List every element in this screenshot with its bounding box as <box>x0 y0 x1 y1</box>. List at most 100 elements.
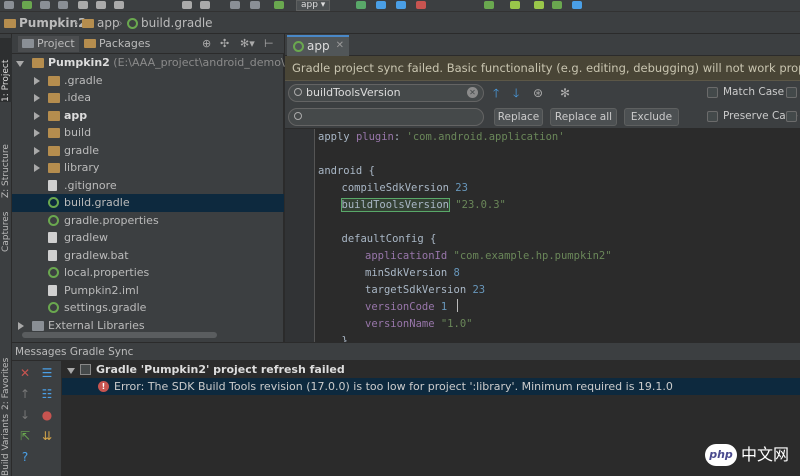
error-icon: ! <box>98 381 109 392</box>
replace-icon[interactable] <box>200 1 210 9</box>
tree-item[interactable]: gradlew <box>12 229 284 247</box>
tool-tab-structure[interactable]: Z: Structure <box>0 114 12 198</box>
editor-tab-app[interactable]: app ✕ <box>287 35 349 56</box>
tool-tab-captures[interactable]: Captures <box>0 194 12 252</box>
close-icon[interactable]: ✕ <box>336 37 344 55</box>
gradle-file-icon <box>127 18 138 29</box>
exclude-button[interactable]: Exclude <box>624 108 679 126</box>
code-line: android { <box>318 163 375 180</box>
help-icon[interactable] <box>572 1 582 9</box>
sdk-manager-icon[interactable] <box>534 1 544 9</box>
tree-item[interactable]: library <box>12 159 284 177</box>
run-configuration-select[interactable]: app ▾ <box>296 0 331 11</box>
breadcrumb-file[interactable]: build.gradle <box>127 15 213 31</box>
previous-occurrence-icon[interactable]: 🡑 <box>493 87 499 99</box>
find-all-icon[interactable]: ⊛ <box>533 87 543 99</box>
run-icon[interactable] <box>356 1 366 9</box>
show-errors-icon[interactable]: ● <box>40 409 54 421</box>
export-icon[interactable]: ⇱ <box>18 430 32 442</box>
chevron-right-icon[interactable] <box>34 164 40 172</box>
chevron-right-icon[interactable] <box>34 146 40 155</box>
filter-settings-icon[interactable]: ✻ <box>560 87 570 99</box>
tree-item[interactable]: Pumpkin2.iml <box>12 282 284 300</box>
tool-tab-favorites[interactable]: 2: Favorites <box>0 340 12 410</box>
sync-gradle-icon[interactable] <box>484 1 494 9</box>
folder-icon <box>48 110 60 121</box>
chevron-right-icon[interactable] <box>18 321 24 330</box>
settings-gear-icon[interactable]: ✻▾ <box>240 38 255 50</box>
sync-icon[interactable] <box>22 1 32 9</box>
tree-item[interactable]: .idea <box>12 89 284 107</box>
tree-item[interactable]: build <box>12 124 284 142</box>
tree-item[interactable]: app <box>12 107 284 125</box>
expand-all-icon[interactable]: ☰ <box>40 367 54 379</box>
build-icon[interactable] <box>274 1 284 9</box>
collapse-all-icon[interactable]: ☷ <box>40 388 54 400</box>
tool-tab-build-variants[interactable]: Build Variants <box>0 414 12 476</box>
cut-icon[interactable] <box>78 1 88 9</box>
save-icon[interactable] <box>4 1 14 9</box>
close-icon[interactable]: ✕ <box>18 367 32 379</box>
next-message-icon[interactable]: ↓ <box>18 409 32 421</box>
stop-icon[interactable] <box>416 1 426 9</box>
replace-input[interactable] <box>288 108 484 126</box>
code-token: : <box>393 131 407 143</box>
chevron-down-icon[interactable] <box>67 368 75 374</box>
chevron-down-icon[interactable] <box>16 61 24 67</box>
chevron-right-icon[interactable] <box>34 129 40 137</box>
replace-all-button[interactable]: Replace all <box>550 108 617 126</box>
back-icon[interactable] <box>230 1 240 9</box>
code-token: 23 <box>455 182 468 194</box>
regex-checkbox[interactable] <box>786 87 797 98</box>
tree-item[interactable]: gradlew.bat <box>12 247 284 265</box>
tree-item-label: library <box>64 161 100 174</box>
replace-button[interactable]: Replace <box>494 108 543 126</box>
tree-item[interactable]: build.gradle <box>12 194 284 212</box>
paste-icon[interactable] <box>114 1 124 9</box>
attach-icon[interactable] <box>396 1 406 9</box>
code-line: minSdkVersion 8 <box>365 265 460 282</box>
redo-icon[interactable] <box>58 1 68 9</box>
clear-search-icon[interactable]: ✕ <box>467 87 478 98</box>
selection-only-checkbox[interactable] <box>786 111 797 122</box>
search-input[interactable]: buildToolsVersion ✕ <box>288 84 484 102</box>
code-token: plugin <box>355 131 394 143</box>
tree-item[interactable]: Pumpkin2 (E:\AAA_project\android_demo\AS… <box>12 54 305 72</box>
collapse-all-icon[interactable]: ✣ <box>220 38 229 50</box>
autoscroll-icon[interactable]: ⇊ <box>40 430 54 442</box>
tree-item[interactable]: .gitignore <box>12 177 284 195</box>
chevron-right-icon[interactable] <box>34 111 40 120</box>
tree-item[interactable]: local.properties <box>12 264 284 282</box>
android-device-monitor-icon[interactable] <box>552 1 562 9</box>
code-token: versionCode <box>365 301 441 313</box>
preserve-case-checkbox[interactable] <box>707 111 718 122</box>
scroll-from-source-icon[interactable]: ⊕ <box>202 38 211 50</box>
tree-item[interactable]: gradle.properties <box>12 212 284 230</box>
message-group[interactable]: Gradle 'Pumpkin2' project refresh failed <box>62 361 800 378</box>
debug-icon[interactable] <box>376 1 386 9</box>
previous-message-icon[interactable]: ↑ <box>18 388 32 400</box>
copy-icon[interactable] <box>96 1 106 9</box>
tab-project-view[interactable]: Project <box>18 36 79 52</box>
chevron-right-icon[interactable] <box>34 94 40 102</box>
code-line: buildToolsVersion "23.0.3" <box>340 197 506 214</box>
find-icon[interactable] <box>182 1 192 9</box>
undo-icon[interactable] <box>40 1 50 9</box>
avd-manager-icon[interactable] <box>510 1 520 9</box>
chevron-right-icon[interactable] <box>34 76 40 85</box>
tool-tab-project[interactable]: 1: Project <box>0 38 12 102</box>
tree-item[interactable]: gradle <box>12 142 284 160</box>
horizontal-scrollbar[interactable] <box>22 332 217 338</box>
error-message-row[interactable]: ! Error: The SDK Build Tools revision (1… <box>62 378 800 395</box>
code-editor[interactable]: apply plugin: 'com.android.application' a… <box>318 129 800 342</box>
file-icon <box>48 179 57 191</box>
help-icon[interactable]: ? <box>18 451 32 463</box>
forward-icon[interactable] <box>250 1 260 9</box>
tab-packages-view[interactable]: Packages <box>84 36 150 52</box>
hide-panel-icon[interactable]: ⊢ <box>264 38 274 50</box>
tree-item[interactable]: .gradle <box>12 72 284 90</box>
match-case-checkbox[interactable] <box>707 87 718 98</box>
next-occurrence-icon[interactable]: 🡓 <box>513 87 519 99</box>
breadcrumb-module[interactable]: app <box>82 15 120 31</box>
tree-item[interactable]: settings.gradle <box>12 299 284 317</box>
